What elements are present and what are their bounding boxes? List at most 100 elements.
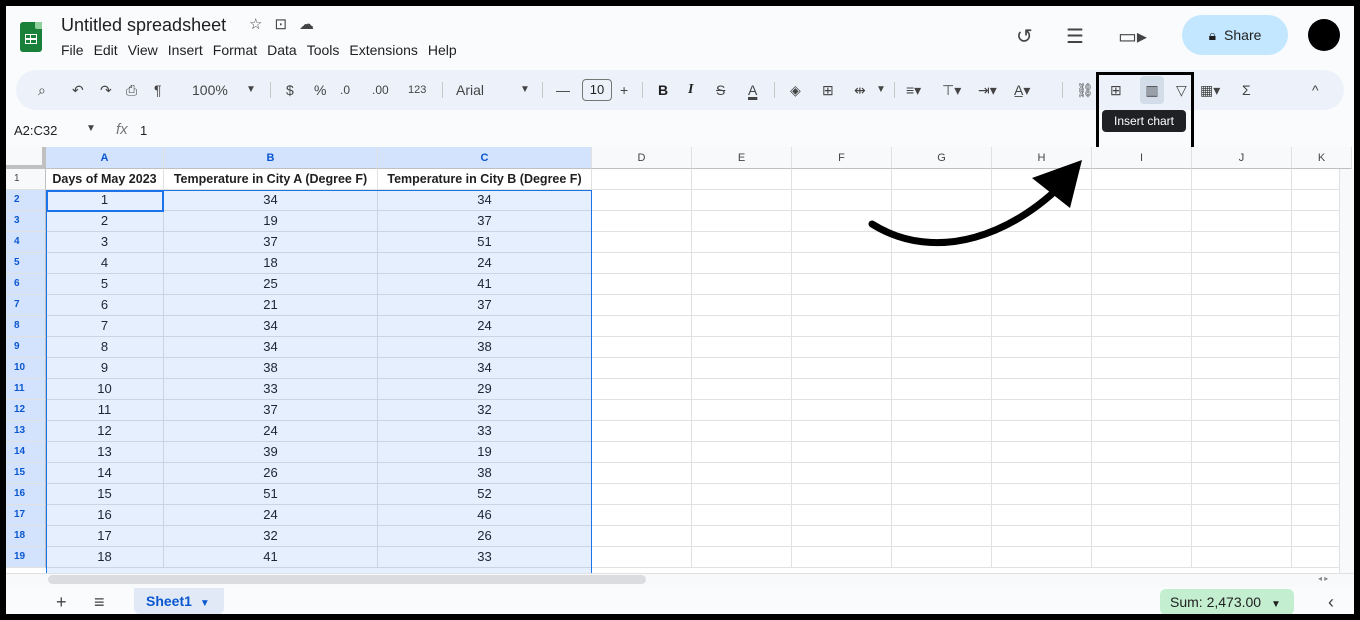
empty-cell[interactable] (1092, 526, 1192, 547)
column-header-c[interactable]: C (378, 147, 592, 169)
collapse-side-icon[interactable]: ‹ (1328, 592, 1334, 613)
comments-icon[interactable]: ☰ (1066, 24, 1084, 49)
empty-cell[interactable] (792, 211, 892, 232)
table-cell[interactable]: 24 (164, 505, 378, 526)
table-cell[interactable]: 25 (164, 274, 378, 295)
borders-icon[interactable]: ⊞ (822, 70, 834, 110)
empty-cell[interactable] (792, 232, 892, 253)
increase-decimal[interactable]: .00 (372, 70, 389, 110)
table-cell[interactable]: 2 (46, 211, 164, 232)
table-cell[interactable]: 12 (46, 421, 164, 442)
move-folder-icon[interactable]: ⊡ (274, 15, 287, 33)
row-header[interactable]: 17 (6, 505, 46, 526)
table-cell[interactable]: 33 (378, 421, 592, 442)
table-cell[interactable]: 33 (164, 379, 378, 400)
row-header[interactable]: 7 (6, 295, 46, 316)
empty-cell[interactable] (1192, 358, 1292, 379)
empty-cell[interactable] (1092, 505, 1192, 526)
empty-cell[interactable] (592, 505, 692, 526)
table-cell[interactable]: 29 (378, 379, 592, 400)
empty-cell[interactable] (992, 337, 1092, 358)
table-cell[interactable]: 38 (378, 463, 592, 484)
table-cell[interactable]: 52 (378, 484, 592, 505)
collapse-menus-icon[interactable]: ^ (1312, 70, 1319, 110)
empty-cell[interactable] (992, 442, 1092, 463)
empty-cell[interactable] (792, 316, 892, 337)
empty-cell[interactable] (1192, 463, 1292, 484)
empty-cell[interactable] (592, 274, 692, 295)
italic-button[interactable]: I (688, 70, 693, 110)
empty-cell[interactable] (1192, 295, 1292, 316)
empty-cell[interactable] (792, 295, 892, 316)
empty-cell[interactable] (1092, 169, 1192, 190)
row-header[interactable]: 13 (6, 421, 46, 442)
row-header[interactable]: 5 (6, 253, 46, 274)
sheet-caret-icon[interactable]: ▼ (200, 598, 210, 609)
empty-cell[interactable] (1092, 547, 1192, 568)
font-caret-icon[interactable]: ▼ (520, 70, 530, 110)
text-rotation-icon[interactable]: A̲▾ (1014, 70, 1030, 110)
empty-cell[interactable] (792, 421, 892, 442)
functions-icon[interactable]: Σ (1242, 70, 1251, 110)
row-header[interactable]: 8 (6, 316, 46, 337)
decrease-font-size-icon[interactable]: — (556, 70, 570, 110)
empty-cell[interactable] (792, 190, 892, 211)
empty-cell[interactable] (1192, 379, 1292, 400)
empty-cell[interactable] (992, 190, 1092, 211)
search-menus-icon[interactable]: ⌕ (38, 70, 46, 110)
table-cell[interactable]: 18 (46, 547, 164, 568)
empty-cell[interactable] (1092, 190, 1192, 211)
row-header[interactable]: 12 (6, 400, 46, 421)
table-cell[interactable]: 32 (378, 400, 592, 421)
row-header[interactable]: 1 (6, 169, 46, 190)
empty-cell[interactable] (892, 169, 992, 190)
empty-cell[interactable] (692, 358, 792, 379)
number-format[interactable]: 123 (408, 70, 426, 110)
empty-cell[interactable] (1092, 379, 1192, 400)
empty-cell[interactable] (1192, 421, 1292, 442)
empty-cell[interactable] (1092, 274, 1192, 295)
table-cell[interactable]: 51 (164, 484, 378, 505)
table-cell[interactable]: 34 (164, 316, 378, 337)
column-header-a[interactable]: A (46, 147, 164, 169)
empty-cell[interactable] (992, 484, 1092, 505)
table-cell[interactable]: 21 (164, 295, 378, 316)
empty-cell[interactable] (792, 463, 892, 484)
column-header-i[interactable]: I (1092, 147, 1192, 169)
zoom-caret-icon[interactable]: ▼ (246, 70, 256, 110)
table-cell[interactable]: 38 (378, 337, 592, 358)
empty-cell[interactable] (792, 274, 892, 295)
table-cell[interactable]: 34 (164, 190, 378, 211)
table-cell[interactable]: 26 (378, 526, 592, 547)
add-sheet-icon[interactable]: + (56, 592, 67, 613)
menu-tools[interactable]: Tools (307, 42, 346, 58)
empty-cell[interactable] (1092, 484, 1192, 505)
zoom-select[interactable]: 100% (192, 70, 228, 110)
column-header-e[interactable]: E (692, 147, 792, 169)
empty-cell[interactable] (992, 358, 1092, 379)
table-cell[interactable]: 51 (378, 232, 592, 253)
empty-cell[interactable] (1092, 463, 1192, 484)
empty-cell[interactable] (1192, 442, 1292, 463)
decrease-decimal[interactable]: .0 (340, 70, 350, 110)
table-cell[interactable]: 19 (164, 211, 378, 232)
horizontal-scroll-thumb[interactable] (48, 575, 646, 584)
table-cell[interactable]: 18 (164, 253, 378, 274)
table-cell[interactable]: 37 (378, 295, 592, 316)
empty-cell[interactable] (992, 295, 1092, 316)
empty-cell[interactable] (892, 547, 992, 568)
empty-cell[interactable] (592, 190, 692, 211)
empty-cell[interactable] (592, 295, 692, 316)
empty-cell[interactable] (892, 526, 992, 547)
empty-cell[interactable] (592, 169, 692, 190)
empty-cell[interactable] (992, 526, 1092, 547)
fill-color-icon[interactable]: ◈ (790, 70, 801, 110)
star-icon[interactable]: ☆ (249, 15, 262, 33)
table-cell[interactable]: 34 (378, 358, 592, 379)
row-header[interactable]: 2 (6, 190, 46, 211)
empty-cell[interactable] (792, 253, 892, 274)
row-header[interactable]: 4 (6, 232, 46, 253)
row-header[interactable]: 16 (6, 484, 46, 505)
empty-cell[interactable] (592, 400, 692, 421)
empty-cell[interactable] (992, 232, 1092, 253)
